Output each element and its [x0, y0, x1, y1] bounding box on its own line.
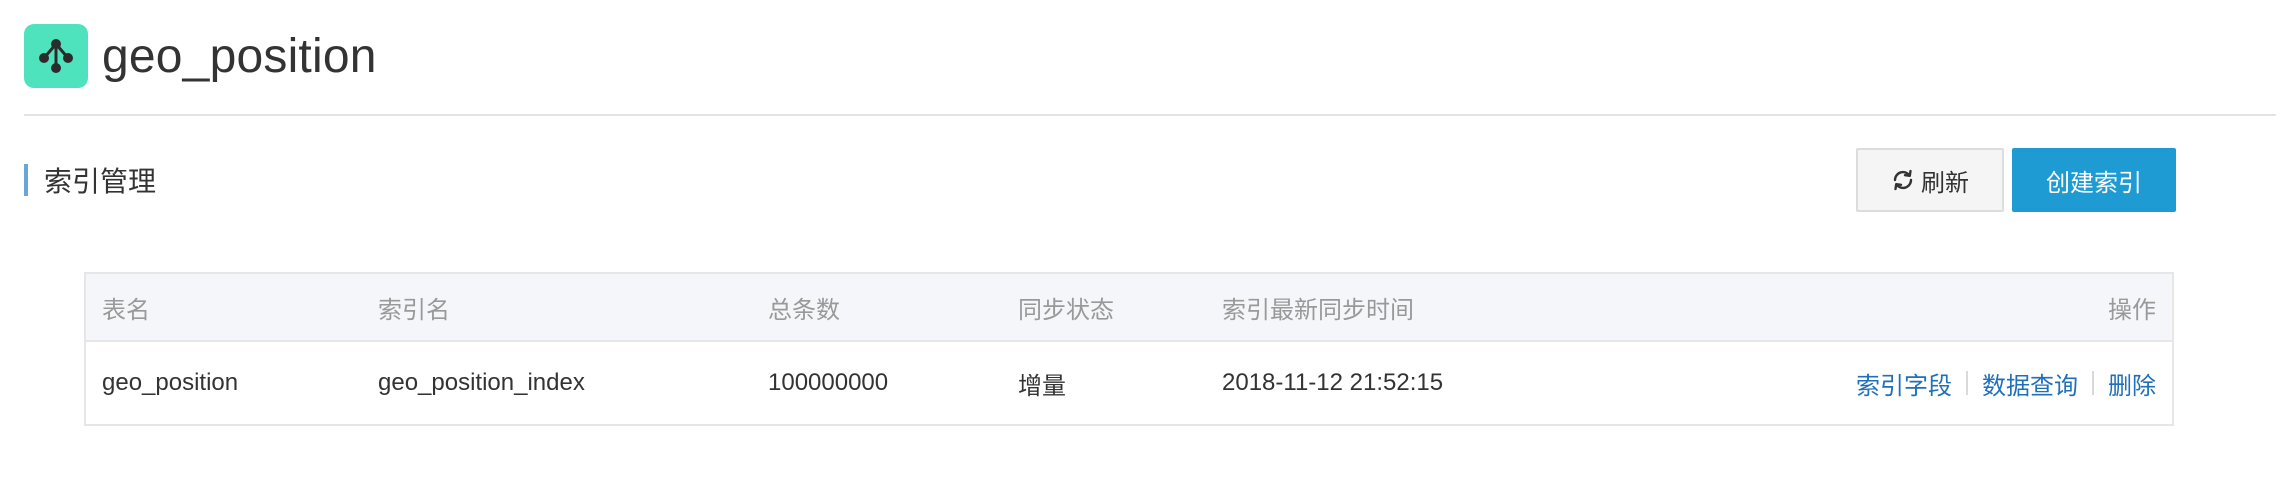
column-header-table-name: 表名: [102, 296, 150, 324]
index-table: 表名 索引名 总条数 同步状态 索引最新同步时间 操作 geo_position…: [84, 272, 2174, 426]
index-fields-link[interactable]: 索引字段: [1856, 366, 1952, 401]
create-index-button[interactable]: 创建索引: [2012, 148, 2176, 212]
column-header-last-sync-time: 索引最新同步时间: [1222, 296, 1414, 324]
cell-actions: 索引字段 数据查询 删除: [1806, 366, 2172, 401]
cell-last-sync-time: 2018-11-12 21:52:15: [1222, 369, 1444, 396]
header-divider: [24, 114, 2276, 116]
section-header: 索引管理: [24, 162, 156, 198]
cell-sync-status: 增量: [1018, 372, 1066, 400]
column-header-total-count: 总条数: [768, 296, 840, 324]
row-actions: 索引字段 数据查询 删除: [1806, 366, 2156, 401]
refresh-icon: [1893, 169, 1913, 191]
column-header-actions: 操作: [2108, 296, 2156, 324]
action-separator: [1966, 371, 1968, 395]
cell-index-name: geo_position_index: [378, 369, 585, 396]
page-header: geo_position: [24, 24, 377, 88]
column-header-index-name: 索引名: [378, 296, 450, 324]
page-title: geo_position: [102, 29, 377, 83]
cell-total-count: 100000000: [768, 369, 889, 396]
refresh-button[interactable]: 刷新: [1856, 148, 2004, 212]
refresh-button-label: 刷新: [1921, 169, 1969, 197]
share-nodes-icon-graphic: [39, 39, 73, 73]
share-nodes-icon: [24, 24, 88, 88]
table-header: 表名 索引名 总条数 同步状态 索引最新同步时间 操作: [86, 274, 2172, 342]
section-title: 索引管理: [44, 166, 157, 197]
cell-table-name: geo_position: [102, 369, 239, 396]
section-accent-bar: [24, 164, 28, 196]
toolbar: 刷新 创建索引: [1856, 148, 2176, 212]
create-index-button-label: 创建索引: [2046, 169, 2142, 197]
column-header-sync-status: 同步状态: [1018, 296, 1114, 324]
data-query-link[interactable]: 数据查询: [1982, 366, 2078, 401]
table-row: geo_position geo_position_index 10000000…: [86, 342, 2172, 424]
action-separator: [2092, 371, 2094, 395]
delete-link[interactable]: 删除: [2108, 366, 2156, 401]
